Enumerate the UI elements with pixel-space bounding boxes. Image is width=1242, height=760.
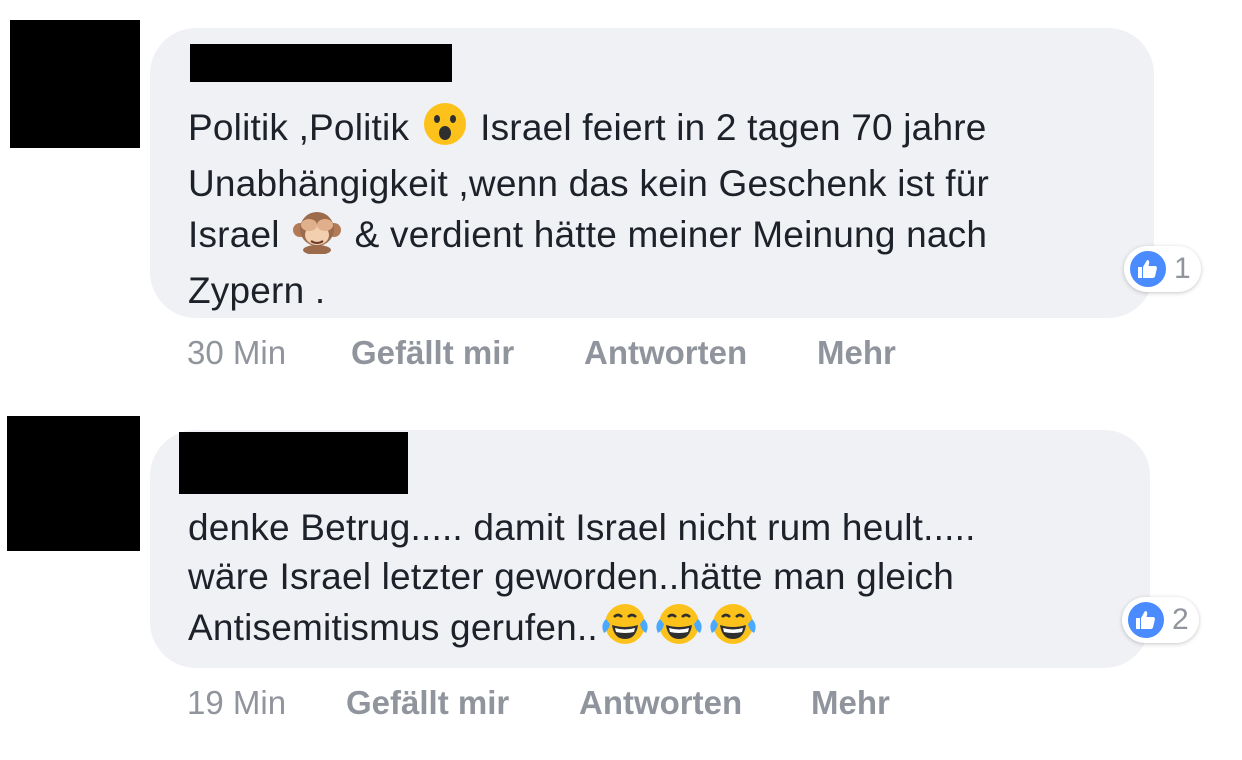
comment-text-line: Zypern . bbox=[188, 266, 989, 315]
comment-text-segment: Israel feiert in 2 tagen 70 jahre bbox=[469, 107, 987, 148]
comment-timestamp: 19 Min bbox=[187, 684, 287, 721]
comment-text-segment: Israel bbox=[188, 214, 291, 255]
author-name-redacted[interactable] bbox=[179, 432, 408, 494]
comment-text-line: Israel & verdient hätte meiner Meinung n… bbox=[188, 208, 989, 266]
tears-of-joy-icon bbox=[654, 601, 704, 659]
tears-of-joy-icon bbox=[600, 601, 650, 659]
comment-text-line: denke Betrug..... damit Israel nicht rum… bbox=[188, 503, 976, 552]
reply-button[interactable]: Antworten bbox=[584, 334, 747, 372]
more-button[interactable]: Mehr bbox=[811, 684, 890, 722]
more-button[interactable]: Mehr bbox=[817, 334, 896, 372]
comment-text: Politik ,Politik Israel feiert in 2 tage… bbox=[188, 101, 989, 315]
comment-text-line: Unabhängigkeit ,wenn das kein Geschenk i… bbox=[188, 159, 989, 208]
tears-of-joy-icon bbox=[708, 601, 758, 659]
reaction-badge[interactable]: 2 bbox=[1122, 597, 1199, 643]
avatar-redacted[interactable] bbox=[10, 20, 140, 148]
reaction-badge[interactable]: 1 bbox=[1124, 246, 1201, 292]
comment-text-line: Antisemitismus gerufen.. bbox=[188, 601, 976, 659]
see-no-evil-monkey-icon bbox=[292, 208, 342, 266]
comment-text-segment: wäre Israel letzter geworden..hätte man … bbox=[188, 556, 955, 597]
comment-timestamp: 30 Min bbox=[187, 334, 287, 371]
comment-text-segment: Zypern . bbox=[188, 270, 326, 311]
comment-text-line: wäre Israel letzter geworden..hätte man … bbox=[188, 552, 976, 601]
comment-text-line: Politik ,Politik Israel feiert in 2 tage… bbox=[188, 101, 989, 159]
reaction-count: 2 bbox=[1172, 603, 1189, 636]
like-reaction-icon bbox=[1126, 600, 1166, 640]
comment-text: denke Betrug..... damit Israel nicht rum… bbox=[188, 503, 976, 659]
reply-button[interactable]: Antworten bbox=[579, 684, 742, 722]
comment-text-segment: & verdient hätte meiner Meinung nach bbox=[344, 214, 988, 255]
astonished-face-icon bbox=[422, 101, 468, 159]
avatar-redacted[interactable] bbox=[7, 416, 140, 551]
comment-text-segment: Politik ,Politik bbox=[188, 107, 420, 148]
comment-text-segment: Unabhängigkeit ,wenn das kein Geschenk i… bbox=[188, 163, 990, 204]
comment-text-segment: denke Betrug..... damit Israel nicht rum… bbox=[188, 507, 976, 548]
like-button[interactable]: Gefällt mir bbox=[351, 334, 514, 372]
like-reaction-icon bbox=[1128, 249, 1168, 289]
author-name-redacted[interactable] bbox=[190, 44, 452, 82]
reaction-count: 1 bbox=[1174, 252, 1191, 285]
like-button[interactable]: Gefällt mir bbox=[346, 684, 509, 722]
comment-text-segment: Antisemitismus gerufen.. bbox=[188, 607, 598, 648]
